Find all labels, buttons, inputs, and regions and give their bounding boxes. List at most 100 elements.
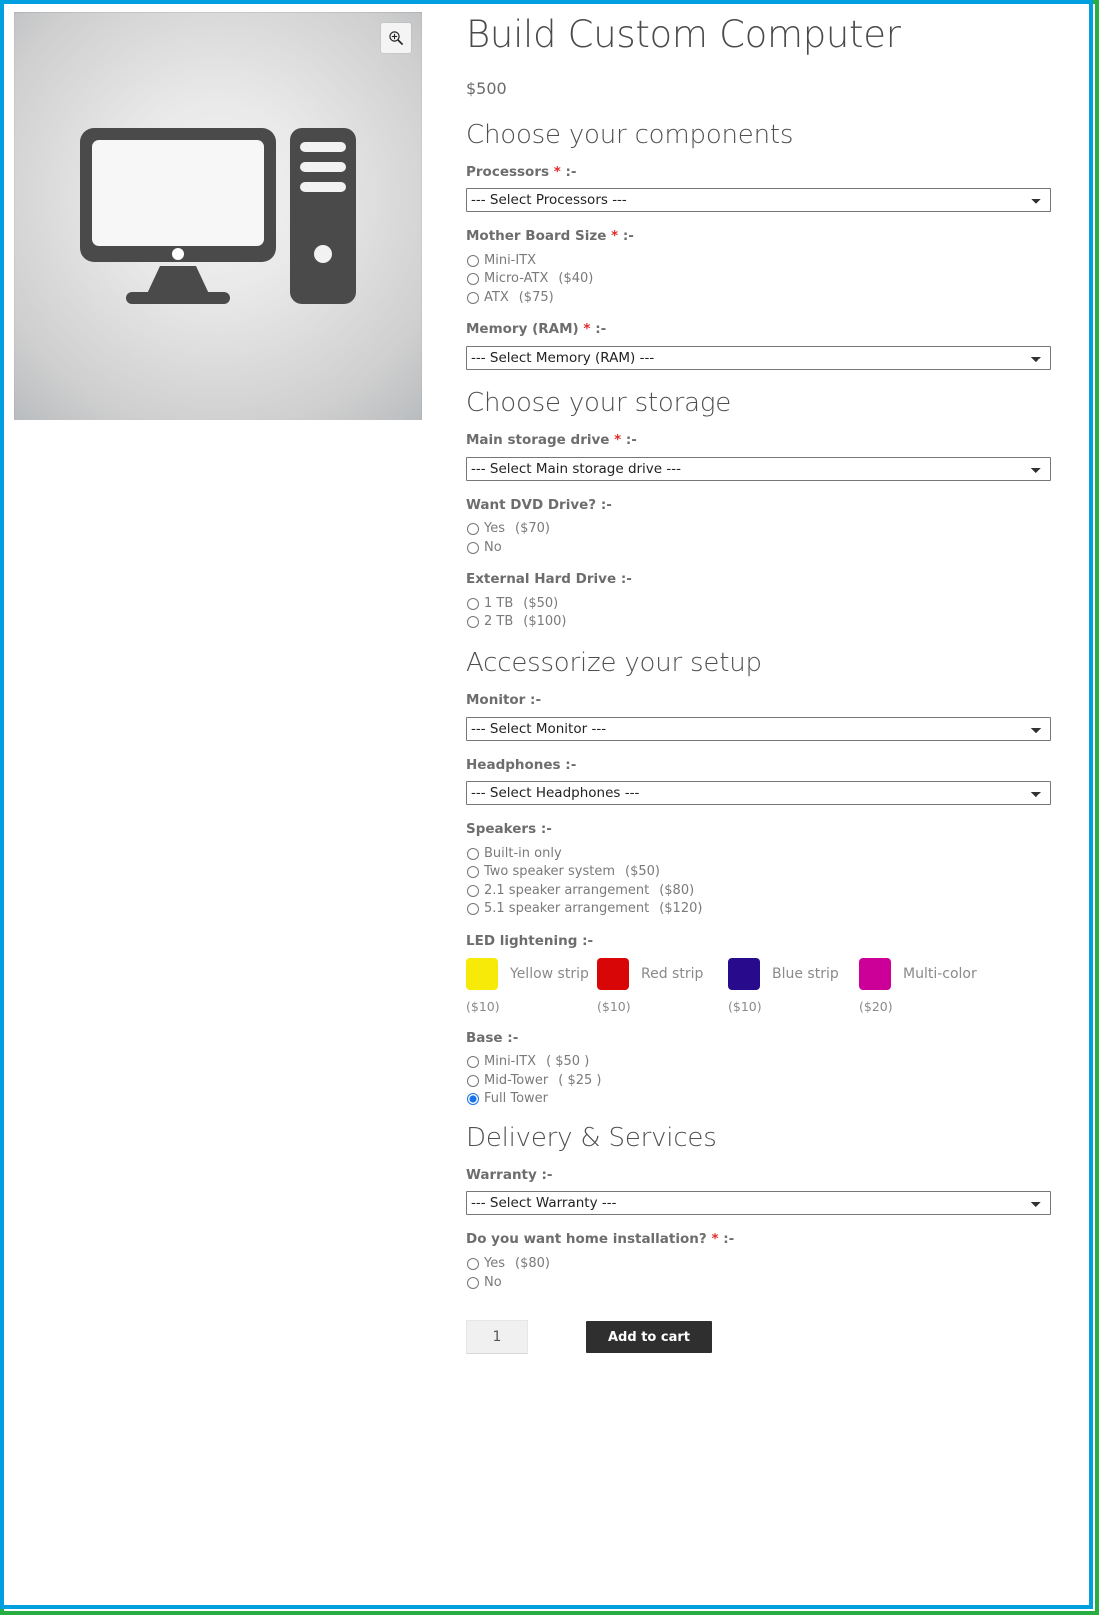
radio-installation-no[interactable]: No [466,1275,1056,1291]
led-option-yellow[interactable]: Yellow strip ($10) [466,958,597,1014]
radio-input[interactable] [467,523,479,535]
label-text: Monitor [466,692,525,708]
radio-input[interactable] [467,1056,479,1068]
label-memory: Memory (RAM) * :- [466,321,1056,339]
field-motherboard-size: Mother Board Size * :- Mini-ITX Micro-AT… [466,228,1056,305]
radio-input[interactable] [467,542,479,554]
radio-input[interactable] [467,1093,479,1105]
label-home-installation: Do you want home installation? * :- [466,1231,1056,1249]
field-monitor: Monitor :- --- Select Monitor --- [466,692,1056,741]
label-suffix: :- [565,757,576,773]
radio-base-mid-tower[interactable]: Mid-Tower ( $25 ) [466,1073,1056,1089]
radio-input[interactable] [467,598,479,610]
label-speakers: Speakers :- [466,821,1056,839]
field-headphones: Headphones :- --- Select Headphones --- [466,757,1056,806]
label-suffix: :- [626,432,637,448]
add-to-cart-button[interactable]: Add to cart [586,1321,712,1353]
label-text: Do you want home installation? [466,1231,707,1247]
radio-base-mini-itx[interactable]: Mini-ITX ( $50 ) [466,1054,1056,1070]
option-label: 2.1 speaker arrangement [484,883,649,899]
option-label: Micro-ATX [484,271,548,287]
radio-input[interactable] [467,1258,479,1270]
label-monitor: Monitor :- [466,692,1056,710]
option-label: Yes [484,1256,505,1272]
required-asterisk: * [611,228,618,244]
radio-speakers-21[interactable]: 2.1 speaker arrangement ($80) [466,883,1056,899]
label-suffix: :- [595,321,606,337]
radio-motherboard-micro-atx[interactable]: Micro-ATX ($40) [466,271,1056,287]
radio-input[interactable] [467,903,479,915]
field-speakers: Speakers :- Built-in only Two speaker sy… [466,821,1056,917]
led-option-blue[interactable]: Blue strip ($10) [728,958,859,1014]
option-label: Yes [484,521,505,537]
product-summary: Build Custom Computer $500 Choose your c… [466,14,1056,1354]
radio-speakers-51[interactable]: 5.1 speaker arrangement ($120) [466,901,1056,917]
radio-input[interactable] [467,866,479,878]
option-label: Full Tower [484,1091,548,1107]
label-base: Base :- [466,1030,1056,1048]
swatch-price: ($10) [597,999,728,1014]
color-swatch-red[interactable] [597,958,629,990]
option-price: ( $25 ) [558,1073,601,1089]
color-swatch-multicolor[interactable] [859,958,891,990]
radio-input[interactable] [467,1075,479,1087]
radio-hdd-1tb[interactable]: 1 TB ($50) [466,596,1056,612]
radio-motherboard-atx[interactable]: ATX ($75) [466,290,1056,306]
radio-hdd-2tb[interactable]: 2 TB ($100) [466,614,1056,630]
field-memory: Memory (RAM) * :- --- Select Memory (RAM… [466,321,1056,370]
select-main-storage-drive[interactable]: --- Select Main storage drive --- [466,457,1051,481]
option-price: ($100) [523,614,566,630]
label-suffix: :- [566,164,577,180]
radio-base-full-tower[interactable]: Full Tower [466,1091,1056,1107]
color-swatch-yellow[interactable] [466,958,498,990]
label-led-lightening: LED lightening :- [466,933,1056,951]
label-text: Main storage drive [466,432,609,448]
label-dvd-drive: Want DVD Drive? :- [466,497,1056,515]
swatch-label: Blue strip [772,966,839,982]
radio-dvd-no[interactable]: No [466,540,1056,556]
option-price: ($50) [523,596,558,612]
swatch-price: ($10) [466,999,597,1014]
quantity-input[interactable] [466,1320,528,1354]
option-price: ($75) [519,290,554,306]
led-option-multicolor[interactable]: Multi-color ($20) [859,958,990,1014]
radio-input[interactable] [467,848,479,860]
radio-motherboard-mini-itx[interactable]: Mini-ITX [466,253,1056,269]
radio-dvd-yes[interactable]: Yes ($70) [466,521,1056,537]
radio-input[interactable] [467,292,479,304]
radio-speakers-two[interactable]: Two speaker system ($50) [466,864,1056,880]
field-home-installation: Do you want home installation? * :- Yes … [466,1231,1056,1290]
radio-speakers-builtin[interactable]: Built-in only [466,846,1056,862]
field-main-storage: Main storage drive * :- --- Select Main … [466,432,1056,481]
required-asterisk: * [554,164,561,180]
label-suffix: :- [530,692,541,708]
option-label: ATX [484,290,509,306]
swatch-price: ($10) [728,999,859,1014]
option-price: ($80) [659,883,694,899]
radio-input[interactable] [467,616,479,628]
led-option-red[interactable]: Red strip ($10) [597,958,728,1014]
option-price: ($70) [515,521,550,537]
product-image[interactable] [14,12,422,420]
select-processors[interactable]: --- Select Processors --- [466,188,1051,212]
select-memory[interactable]: --- Select Memory (RAM) --- [466,346,1051,370]
option-label: 5.1 speaker arrangement [484,901,649,917]
option-label: Mini-ITX [484,1054,536,1070]
radio-installation-yes[interactable]: Yes ($80) [466,1256,1056,1272]
zoom-image-button[interactable] [381,23,411,53]
radio-input[interactable] [467,273,479,285]
option-label: 1 TB [484,596,513,612]
color-swatch-blue[interactable] [728,958,760,990]
label-suffix: :- [541,821,552,837]
option-label: Mini-ITX [484,253,536,269]
select-warranty[interactable]: --- Select Warranty --- [466,1191,1051,1215]
label-headphones: Headphones :- [466,757,1056,775]
field-led-lightening: LED lightening :- Yellow strip ($10) Red… [466,933,1056,1014]
select-monitor[interactable]: --- Select Monitor --- [466,717,1051,741]
label-suffix: :- [582,933,593,949]
select-headphones[interactable]: --- Select Headphones --- [466,781,1051,805]
radio-input[interactable] [467,1277,479,1289]
radio-input[interactable] [467,885,479,897]
page-title: Build Custom Computer [466,14,1056,57]
radio-input[interactable] [467,255,479,267]
